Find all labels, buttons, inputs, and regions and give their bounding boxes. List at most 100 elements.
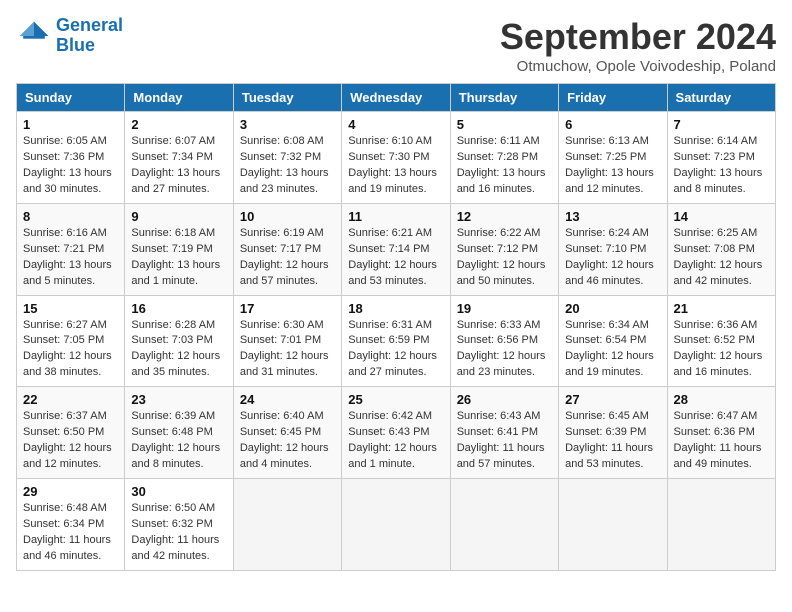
calendar-cell: 18Sunrise: 6:31 AMSunset: 6:59 PMDayligh…: [342, 295, 450, 387]
calendar-cell: 16Sunrise: 6:28 AMSunset: 7:03 PMDayligh…: [125, 295, 233, 387]
day-info: Sunrise: 6:25 AMSunset: 7:08 PMDaylight:…: [674, 226, 769, 290]
calendar-cell: 14 Sunrise: 6:25 AMSunset: 7:08 PMDayligh…: [667, 203, 775, 295]
calendar-cell: [450, 479, 558, 571]
day-info: Sunrise: 6:36 AMSunset: 6:52 PMDaylight:…: [674, 318, 769, 382]
calendar-cell: 17 Sunrise: 6:30 AMSunset: 7:01 PMDayligh…: [233, 295, 341, 387]
calendar-cell: 4 Sunrise: 6:10 AMSunset: 7:30 PMDaylight…: [342, 112, 450, 204]
calendar-cell: 26 Sunrise: 6:43 AMSunset: 6:41 PMDayligh…: [450, 387, 558, 479]
day-number: 4: [348, 117, 443, 132]
day-number: 10: [240, 209, 335, 224]
month-title: September 2024: [500, 16, 776, 58]
day-number: 11: [348, 209, 443, 224]
day-number: 9: [131, 209, 226, 224]
calendar-cell: 13 Sunrise: 6:24 AMSunset: 7:10 PMDayligh…: [559, 203, 667, 295]
weekday-header: Saturday: [667, 84, 775, 112]
logo-line1: General: [56, 15, 123, 35]
calendar-cell: 2Sunrise: 6:07 AMSunset: 7:34 PMDaylight…: [125, 112, 233, 204]
day-info: Sunrise: 6:08 AMSunset: 7:32 PMDaylight:…: [240, 134, 335, 198]
calendar-week-row: 1 Sunrise: 6:05 AMSunset: 7:36 PMDaylight…: [17, 112, 776, 204]
day-number: 19: [457, 301, 552, 316]
calendar-week-row: 8Sunrise: 6:16 AMSunset: 7:21 PMDaylight…: [17, 203, 776, 295]
calendar-cell: [342, 479, 450, 571]
calendar-header-row: SundayMondayTuesdayWednesdayThursdayFrid…: [17, 84, 776, 112]
calendar-cell: [559, 479, 667, 571]
day-info: Sunrise: 6:24 AMSunset: 7:10 PMDaylight:…: [565, 226, 660, 290]
day-info: Sunrise: 6:37 AMSunset: 6:50 PMDaylight:…: [23, 409, 118, 473]
day-number: 27: [565, 392, 660, 407]
calendar-cell: 15 Sunrise: 6:27 AMSunset: 7:05 PMDayligh…: [17, 295, 125, 387]
day-info: Sunrise: 6:21 AMSunset: 7:14 PMDaylight:…: [348, 226, 443, 290]
calendar-table: SundayMondayTuesdayWednesdayThursdayFrid…: [16, 83, 776, 571]
calendar-cell: [233, 479, 341, 571]
day-number: 15: [23, 301, 118, 316]
day-number: 8: [23, 209, 118, 224]
logo-line2: Blue: [56, 35, 95, 55]
day-info: Sunrise: 6:42 AMSunset: 6:43 PMDaylight:…: [348, 409, 443, 473]
weekday-header: Wednesday: [342, 84, 450, 112]
day-info: Sunrise: 6:48 AMSunset: 6:34 PMDaylight:…: [23, 501, 118, 565]
day-number: 7: [674, 117, 769, 132]
day-info: Sunrise: 6:45 AMSunset: 6:39 PMDaylight:…: [565, 409, 660, 473]
day-info: Sunrise: 6:39 AMSunset: 6:48 PMDaylight:…: [131, 409, 226, 473]
day-info: Sunrise: 6:10 AMSunset: 7:30 PMDaylight:…: [348, 134, 443, 198]
calendar-cell: 6Sunrise: 6:13 AMSunset: 7:25 PMDaylight…: [559, 112, 667, 204]
day-number: 5: [457, 117, 552, 132]
day-number: 13: [565, 209, 660, 224]
title-area: September 2024 Otmuchow, Opole Voivodesh…: [500, 16, 776, 75]
day-number: 25: [348, 392, 443, 407]
calendar-week-row: 15 Sunrise: 6:27 AMSunset: 7:05 PMDayligh…: [17, 295, 776, 387]
calendar-cell: 27 Sunrise: 6:45 AMSunset: 6:39 PMDayligh…: [559, 387, 667, 479]
calendar-cell: 3Sunrise: 6:08 AMSunset: 7:32 PMDaylight…: [233, 112, 341, 204]
day-info: Sunrise: 6:40 AMSunset: 6:45 PMDaylight:…: [240, 409, 335, 473]
day-number: 22: [23, 392, 118, 407]
weekday-header: Thursday: [450, 84, 558, 112]
day-number: 1: [23, 117, 118, 132]
calendar-cell: 28Sunrise: 6:47 AMSunset: 6:36 PMDayligh…: [667, 387, 775, 479]
day-number: 24: [240, 392, 335, 407]
page-header: General Blue September 2024 Otmuchow, Op…: [16, 16, 776, 75]
calendar-cell: 21 Sunrise: 6:36 AMSunset: 6:52 PMDayligh…: [667, 295, 775, 387]
calendar-cell: 19 Sunrise: 6:33 AMSunset: 6:56 PMDayligh…: [450, 295, 558, 387]
weekday-header: Tuesday: [233, 84, 341, 112]
day-number: 14: [674, 209, 769, 224]
day-info: Sunrise: 6:33 AMSunset: 6:56 PMDaylight:…: [457, 318, 552, 382]
day-info: Sunrise: 6:27 AMSunset: 7:05 PMDaylight:…: [23, 318, 118, 382]
calendar-cell: 29 Sunrise: 6:48 AMSunset: 6:34 PMDayligh…: [17, 479, 125, 571]
day-info: Sunrise: 6:19 AMSunset: 7:17 PMDaylight:…: [240, 226, 335, 290]
calendar-cell: 12 Sunrise: 6:22 AMSunset: 7:12 PMDayligh…: [450, 203, 558, 295]
logo-icon: [16, 18, 52, 54]
day-info: Sunrise: 6:05 AMSunset: 7:36 PMDaylight:…: [23, 134, 118, 198]
day-info: Sunrise: 6:50 AMSunset: 6:32 PMDaylight:…: [131, 501, 226, 565]
day-number: 29: [23, 484, 118, 499]
day-info: Sunrise: 6:22 AMSunset: 7:12 PMDaylight:…: [457, 226, 552, 290]
day-info: Sunrise: 6:14 AMSunset: 7:23 PMDaylight:…: [674, 134, 769, 198]
calendar-cell: 25 Sunrise: 6:42 AMSunset: 6:43 PMDayligh…: [342, 387, 450, 479]
day-info: Sunrise: 6:31 AMSunset: 6:59 PMDaylight:…: [348, 318, 443, 382]
day-number: 12: [457, 209, 552, 224]
day-info: Sunrise: 6:11 AMSunset: 7:28 PMDaylight:…: [457, 134, 552, 198]
day-info: Sunrise: 6:43 AMSunset: 6:41 PMDaylight:…: [457, 409, 552, 473]
day-number: 16: [131, 301, 226, 316]
weekday-header: Friday: [559, 84, 667, 112]
day-info: Sunrise: 6:30 AMSunset: 7:01 PMDaylight:…: [240, 318, 335, 382]
calendar-cell: 11 Sunrise: 6:21 AMSunset: 7:14 PMDayligh…: [342, 203, 450, 295]
day-number: 30: [131, 484, 226, 499]
calendar-cell: 20 Sunrise: 6:34 AMSunset: 6:54 PMDayligh…: [559, 295, 667, 387]
logo-text: General Blue: [56, 16, 123, 56]
calendar-cell: [667, 479, 775, 571]
day-number: 17: [240, 301, 335, 316]
day-number: 26: [457, 392, 552, 407]
calendar-cell: 23Sunrise: 6:39 AMSunset: 6:48 PMDayligh…: [125, 387, 233, 479]
day-info: Sunrise: 6:47 AMSunset: 6:36 PMDaylight:…: [674, 409, 769, 473]
calendar-cell: 7 Sunrise: 6:14 AMSunset: 7:23 PMDaylight…: [667, 112, 775, 204]
calendar-cell: 30 Sunrise: 6:50 AMSunset: 6:32 PMDayligh…: [125, 479, 233, 571]
day-number: 20: [565, 301, 660, 316]
day-number: 21: [674, 301, 769, 316]
day-info: Sunrise: 6:13 AMSunset: 7:25 PMDaylight:…: [565, 134, 660, 198]
logo: General Blue: [16, 16, 123, 56]
location-title: Otmuchow, Opole Voivodeship, Poland: [500, 58, 776, 75]
calendar-cell: 1 Sunrise: 6:05 AMSunset: 7:36 PMDaylight…: [17, 112, 125, 204]
calendar-cell: 8Sunrise: 6:16 AMSunset: 7:21 PMDaylight…: [17, 203, 125, 295]
day-info: Sunrise: 6:34 AMSunset: 6:54 PMDaylight:…: [565, 318, 660, 382]
calendar-week-row: 29 Sunrise: 6:48 AMSunset: 6:34 PMDayligh…: [17, 479, 776, 571]
